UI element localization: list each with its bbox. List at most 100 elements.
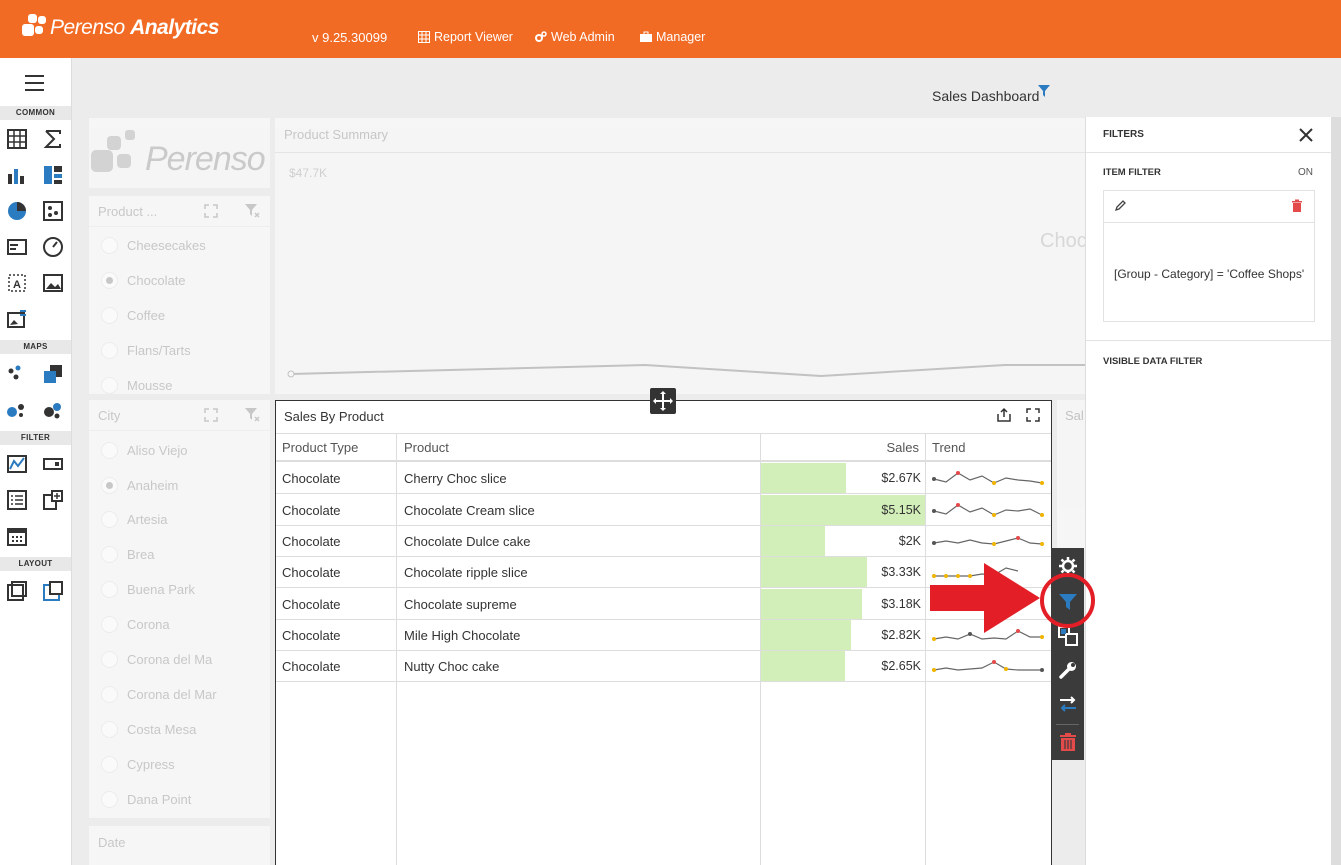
- radio-button[interactable]: [101, 442, 118, 459]
- list-item[interactable]: Corona del Mar: [101, 686, 217, 703]
- radio-button[interactable]: [101, 272, 118, 289]
- sigma-icon[interactable]: [42, 128, 64, 150]
- export-icon[interactable]: [996, 407, 1012, 423]
- sales-bar: [761, 651, 845, 681]
- cell-sales: $2.65K: [881, 659, 921, 673]
- menu-icon[interactable]: [25, 75, 44, 96]
- radio-button[interactable]: [101, 307, 118, 324]
- geo-point-map-icon[interactable]: [6, 363, 28, 385]
- col-header-trend[interactable]: Trend: [926, 433, 965, 462]
- list-item[interactable]: Artesia: [101, 511, 167, 528]
- move-icon: [653, 391, 673, 411]
- nav-web-admin[interactable]: Web Admin: [535, 30, 615, 44]
- maximize-icon[interactable]: [204, 408, 218, 422]
- bubble-map-icon[interactable]: [6, 399, 28, 421]
- list-item[interactable]: Buena Park: [101, 581, 195, 598]
- radio-button[interactable]: [101, 342, 118, 359]
- radio-button[interactable]: [101, 616, 118, 633]
- list-item[interactable]: Flans/Tarts: [101, 342, 191, 359]
- close-icon[interactable]: [1298, 127, 1314, 143]
- text-box-icon[interactable]: A: [6, 272, 28, 294]
- logo-mark-icon: [22, 14, 48, 42]
- choropleth-map-icon[interactable]: [42, 363, 64, 385]
- pie-chart-icon[interactable]: [6, 200, 28, 222]
- item-filter-expression[interactable]: [Group - Category] = 'Coffee Shops': [1114, 267, 1304, 281]
- scatter-chart-icon[interactable]: [42, 200, 64, 222]
- item-filter-toggle[interactable]: ON: [1298, 167, 1313, 178]
- annotation-arrow-icon: [930, 563, 1040, 633]
- combo-box-icon[interactable]: [42, 453, 64, 475]
- cell-sales: $5.15K: [881, 503, 921, 517]
- maximize-icon[interactable]: [204, 204, 218, 218]
- list-item[interactable]: Costa Mesa: [101, 721, 196, 738]
- dashboard-filter-icon[interactable]: [1038, 85, 1050, 97]
- table-row[interactable]: Chocolate Cherry Choc slice $2.67K: [276, 463, 1051, 494]
- bar-chart-icon[interactable]: [6, 164, 28, 186]
- maximize-icon[interactable]: [1026, 408, 1040, 422]
- radio-button[interactable]: [101, 756, 118, 773]
- cell-product-type: Chocolate: [282, 597, 341, 612]
- nav-report-viewer[interactable]: Report Viewer: [418, 30, 513, 44]
- grid-item-icon[interactable]: [6, 128, 28, 150]
- col-header-product[interactable]: Product: [398, 433, 449, 462]
- item-filter-label: ITEM FILTER: [1103, 167, 1161, 178]
- neighbor-item-panel[interactable]: Sal: [1057, 400, 1087, 550]
- pie-map-icon[interactable]: [42, 399, 64, 421]
- edit-icon[interactable]: [1114, 199, 1127, 212]
- list-item[interactable]: Brea: [101, 546, 154, 563]
- range-filter-icon[interactable]: [6, 453, 28, 475]
- list-item[interactable]: Aliso Viejo: [101, 442, 187, 459]
- bound-image-icon[interactable]: [6, 308, 28, 330]
- date-filter-icon[interactable]: [6, 525, 28, 547]
- radio-button[interactable]: [101, 686, 118, 703]
- radio-button[interactable]: [101, 791, 118, 808]
- move-handle[interactable]: [650, 388, 676, 414]
- list-item[interactable]: Cypress: [101, 756, 175, 773]
- group-icon[interactable]: [6, 580, 28, 602]
- clear-filter-icon[interactable]: [244, 407, 260, 423]
- app-logo[interactable]: Perenso Analytics: [22, 14, 219, 42]
- clear-filter-icon[interactable]: [244, 203, 260, 219]
- perenso-logo-item[interactable]: Perenso: [89, 118, 270, 188]
- product-summary-panel[interactable]: [275, 118, 1085, 394]
- treemap-icon[interactable]: [42, 164, 64, 186]
- visible-data-filter-label: VISIBLE DATA FILTER: [1103, 356, 1203, 367]
- radio-button[interactable]: [101, 581, 118, 598]
- table-row[interactable]: Chocolate Nutty Choc cake $2.65K: [276, 651, 1051, 682]
- radio-button[interactable]: [101, 651, 118, 668]
- list-box-icon[interactable]: [6, 489, 28, 511]
- tree-view-icon[interactable]: [42, 489, 64, 511]
- radio-button[interactable]: [101, 546, 118, 563]
- list-item[interactable]: Corona del Ma: [101, 651, 212, 668]
- interactivity-icon[interactable]: [1058, 626, 1078, 646]
- sales-bar: [761, 620, 851, 650]
- radio-button[interactable]: [101, 511, 118, 528]
- radio-button[interactable]: [101, 237, 118, 254]
- col-header-sales[interactable]: Sales: [761, 433, 925, 462]
- table-row[interactable]: Chocolate Chocolate Cream slice $5.15K: [276, 495, 1051, 526]
- convert-icon[interactable]: [1058, 694, 1078, 714]
- canvas-scroll-edge: [1331, 117, 1341, 865]
- radio-button[interactable]: [101, 377, 118, 394]
- radio-button[interactable]: [101, 721, 118, 738]
- tab-container-icon[interactable]: [42, 580, 64, 602]
- radio-button[interactable]: [101, 477, 118, 494]
- card-icon[interactable]: [6, 236, 28, 258]
- list-item[interactable]: Cheesecakes: [101, 237, 206, 254]
- list-item[interactable]: Corona: [101, 616, 170, 633]
- nav-manager[interactable]: Manager: [640, 30, 705, 44]
- list-item[interactable]: Anaheim: [101, 477, 178, 494]
- wrench-icon[interactable]: [1058, 660, 1078, 680]
- delete-icon[interactable]: [1058, 732, 1078, 752]
- list-item[interactable]: Mousse: [101, 377, 173, 394]
- delete-filter-icon[interactable]: [1291, 199, 1303, 212]
- table-row[interactable]: Chocolate Chocolate Dulce cake $2K: [276, 526, 1051, 557]
- trend-sparkline: [932, 660, 1044, 672]
- list-item[interactable]: Coffee: [101, 307, 165, 324]
- image-icon[interactable]: [42, 272, 64, 294]
- date-filter-title: Date: [98, 835, 126, 850]
- list-item[interactable]: Dana Point: [101, 791, 191, 808]
- list-item[interactable]: Chocolate: [101, 272, 186, 289]
- col-header-product-type[interactable]: Product Type: [276, 433, 358, 462]
- gauge-icon[interactable]: [42, 236, 64, 258]
